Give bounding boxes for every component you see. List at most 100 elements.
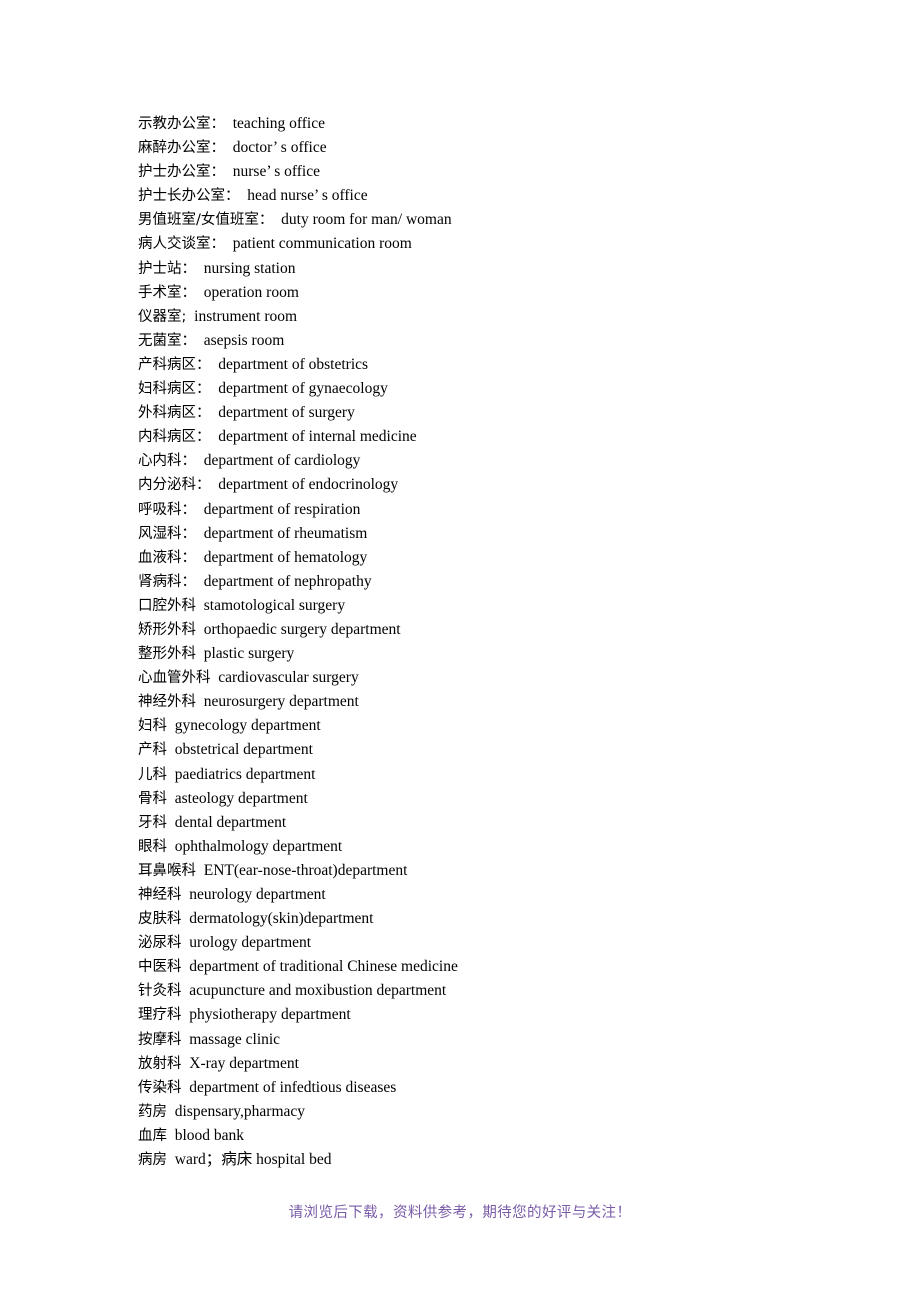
footer-note-text: 请浏览后下载，资料供参考，期待您的好评与关注！ xyxy=(288,1205,632,1221)
glossary-term: 心血管外科 xyxy=(138,670,211,687)
glossary-entry: 妇科病区： department of gynaecology xyxy=(138,377,838,401)
glossary-term: 按摩科 xyxy=(138,1031,182,1048)
glossary-entry: 病房 ward；病床 hospital bed xyxy=(138,1148,838,1172)
glossary-translation: department of nephropathy xyxy=(203,572,372,590)
glossary-entry: 儿科 paediatrics department xyxy=(138,763,838,787)
glossary-term: 风湿科： xyxy=(138,525,196,542)
glossary-term: 耳鼻喉科 xyxy=(138,862,196,879)
glossary-entry: 神经外科 neurosurgery department xyxy=(138,690,838,714)
glossary-term: 泌尿科 xyxy=(138,935,182,952)
glossary-translation: acupuncture and moxibustion department xyxy=(189,982,447,1000)
glossary-entry: 针灸科 acupuncture and moxibustion departme… xyxy=(138,979,838,1003)
glossary-entry: 无菌室： asepsis room xyxy=(138,329,838,353)
glossary-translation: dermatology(skin)department xyxy=(189,910,374,928)
glossary-term: 口腔外科 xyxy=(138,597,196,614)
glossary-translation: cardiovascular surgery xyxy=(218,669,359,687)
glossary-entry: 手术室： operation room xyxy=(138,281,838,305)
glossary-entry: 内分泌科： department of endocrinology xyxy=(138,473,838,497)
glossary-term: 心内科： xyxy=(138,453,196,470)
glossary-term: 妇科 xyxy=(138,718,167,735)
document-page: 示教办公室： teaching office 麻醉办公室： doctor’ s o… xyxy=(0,0,920,1302)
glossary-term: 妇科病区： xyxy=(138,381,211,398)
glossary-entry: 皮肤科 dermatology(skin)department xyxy=(138,907,838,931)
glossary-term: 传染科 xyxy=(138,1079,182,1096)
glossary-term: 儿科 xyxy=(138,766,167,783)
glossary-translation: stamotological surgery xyxy=(203,596,346,614)
glossary-term: 皮肤科 xyxy=(138,911,182,928)
glossary-entry: 示教办公室： teaching office xyxy=(138,112,838,136)
footer-note: 请浏览后下载，资料供参考，期待您的好评与关注！ xyxy=(0,1203,920,1223)
glossary-term: 针灸科 xyxy=(138,983,182,1000)
glossary-term: 产科 xyxy=(138,742,167,759)
glossary-translation: department of hematology xyxy=(203,548,368,566)
glossary-translation: dental department xyxy=(174,813,287,831)
glossary-term: 无菌室： xyxy=(138,332,196,349)
glossary-translation: patient communication room xyxy=(232,235,412,253)
glossary-term: 外科病区： xyxy=(138,405,211,422)
glossary-entry: 眼科 ophthalmology department xyxy=(138,835,838,859)
glossary-entry: 牙科 dental department xyxy=(138,811,838,835)
glossary-translation: nursing station xyxy=(203,259,296,277)
glossary-entry: 泌尿科 urology department xyxy=(138,931,838,955)
glossary-translation: department of internal medicine xyxy=(218,428,417,446)
glossary-entry: 血库 blood bank xyxy=(138,1124,838,1148)
glossary-translation: department of traditional Chinese medici… xyxy=(189,958,458,976)
glossary-entry: 放射科 X-ray department xyxy=(138,1052,838,1076)
glossary-translation: operation room xyxy=(203,283,299,301)
glossary-entry: 整形外科 plastic surgery xyxy=(138,642,838,666)
glossary-translation: department of infedtious diseases xyxy=(189,1078,397,1096)
glossary-term: 骨科 xyxy=(138,790,167,807)
glossary-translation: ward；病床 hospital bed xyxy=(174,1151,332,1169)
glossary-translation: department of surgery xyxy=(218,404,355,422)
glossary-entry: 病人交谈室： patient communication room xyxy=(138,232,838,256)
glossary-translation: gynecology department xyxy=(174,717,321,735)
glossary-translation: department of gynaecology xyxy=(218,380,388,398)
glossary-term: 呼吸科： xyxy=(138,501,196,518)
glossary-term: 男值班室/女值班室： xyxy=(138,212,274,229)
glossary-translation: neurosurgery department xyxy=(203,693,359,711)
glossary-entry: 内科病区： department of internal medicine xyxy=(138,425,838,449)
glossary-term: 血液科： xyxy=(138,549,196,566)
glossary-translation: ophthalmology department xyxy=(174,837,343,855)
glossary-translation: neurology department xyxy=(189,886,326,903)
glossary-entry: 呼吸科： department of respiration xyxy=(138,498,838,522)
glossary-translation: doctor’ s office xyxy=(232,139,327,157)
glossary-translation: blood bank xyxy=(174,1126,245,1144)
glossary-entry: 护士办公室： nurse’ s office xyxy=(138,160,838,184)
glossary-entry: 中医科 department of traditional Chinese me… xyxy=(138,955,838,979)
glossary-term: 麻醉办公室： xyxy=(138,140,225,157)
glossary-entry: 神经科 neurology department xyxy=(138,883,838,907)
glossary-entry: 心内科： department of cardiology xyxy=(138,449,838,473)
glossary-term: 病人交谈室： xyxy=(138,236,225,253)
glossary-entry: 仪器室; instrument room xyxy=(138,305,838,329)
glossary-entry: 矫形外科 orthopaedic surgery department xyxy=(138,618,838,642)
glossary-term: 内科病区： xyxy=(138,429,211,446)
glossary-translation: department of rheumatism xyxy=(203,524,368,542)
glossary-translation: ENT(ear-nose-throat)department xyxy=(203,861,408,879)
glossary-translation: asteology department xyxy=(174,789,308,807)
glossary-term: 手术室： xyxy=(138,284,196,301)
glossary-entry: 口腔外科 stamotological surgery xyxy=(138,594,838,618)
glossary-translation: paediatrics department xyxy=(174,765,316,783)
glossary-translation: department of obstetrics xyxy=(218,355,369,373)
glossary-term: 内分泌科： xyxy=(138,477,211,494)
glossary-term: 肾病科： xyxy=(138,573,196,590)
glossary-term: 牙科 xyxy=(138,814,167,831)
glossary-entry: 护士站： nursing station xyxy=(138,257,838,281)
glossary-entry: 传染科 department of infedtious diseases xyxy=(138,1076,838,1100)
glossary-entry: 产科 obstetrical department xyxy=(138,738,838,762)
glossary-entry: 理疗科 physiotherapy department xyxy=(138,1003,838,1027)
glossary-entry: 按摩科 massage clinic xyxy=(138,1028,838,1052)
glossary-term: 放射科 xyxy=(138,1055,182,1072)
glossary-translation: urology department xyxy=(189,934,312,952)
glossary-term: 产科病区： xyxy=(138,356,211,373)
glossary-entry: 护士长办公室： head nurse’ s office xyxy=(138,184,838,208)
glossary-entry: 男值班室/女值班室： duty room for man/ woman xyxy=(138,208,838,232)
glossary-term: 整形外科 xyxy=(138,646,196,663)
glossary-entry: 妇科 gynecology department xyxy=(138,714,838,738)
glossary-translation: instrument room xyxy=(194,307,298,325)
glossary-translation: nurse’ s office xyxy=(232,163,320,181)
glossary-term: 矫形外科 xyxy=(138,621,196,638)
glossary-term: 护士办公室： xyxy=(138,164,225,181)
glossary-term: 病房 xyxy=(138,1152,167,1169)
